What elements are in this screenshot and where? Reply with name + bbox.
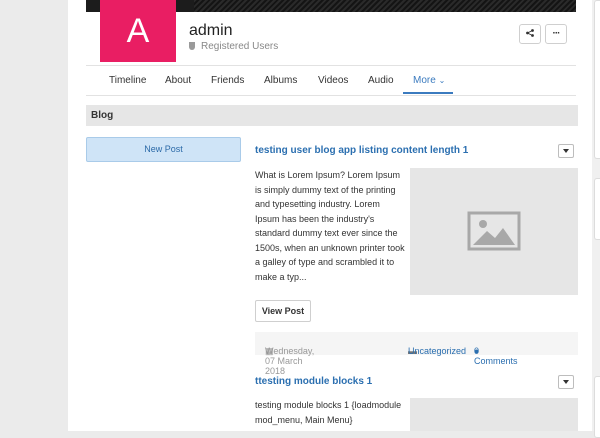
shield-icon: [189, 42, 195, 50]
section-title: Blog: [91, 110, 114, 121]
tab-videos[interactable]: Videos: [318, 75, 348, 86]
post-thumbnail[interactable]: [410, 398, 578, 431]
tab-timeline[interactable]: Timeline: [109, 75, 146, 86]
chevron-down-icon: ⌄: [438, 76, 446, 85]
tab-more-label: More: [413, 75, 436, 86]
tab-more[interactable]: More ⌄: [413, 75, 445, 86]
image-placeholder-icon: [467, 211, 521, 251]
post-category-text: Uncategorized: [408, 346, 467, 356]
post-excerpt: testing module blocks 1 {loadmodule mod_…: [255, 400, 402, 425]
tab-about[interactable]: About: [165, 75, 191, 86]
active-tab-indicator: [403, 92, 453, 94]
side-panel-card: [594, 0, 600, 159]
post-options-button[interactable]: [558, 375, 574, 389]
profile-username[interactable]: admin: [189, 22, 233, 40]
profile-usergroup: Registered Users: [189, 41, 278, 52]
caret-down-icon: [563, 380, 569, 384]
tab-albums[interactable]: Albums: [264, 75, 297, 86]
view-post-button[interactable]: View Post: [255, 300, 311, 322]
share-icon: [526, 29, 534, 37]
profile-page: A admin Registered Users ··· Timeline Ab…: [68, 0, 592, 431]
tab-friends[interactable]: Friends: [211, 75, 244, 86]
section-header: Blog: [86, 105, 578, 126]
post-title[interactable]: testing user blog app listing content le…: [255, 145, 468, 156]
new-post-button[interactable]: New Post: [86, 137, 241, 162]
post-date-text: Wednesday, 07 March 2018: [265, 346, 315, 376]
usergroup-label: Registered Users: [201, 41, 279, 52]
post-comments-text: 0 Comments: [474, 346, 518, 366]
share-button[interactable]: [519, 24, 541, 44]
post-meta: ▦ Wednesday, 07 March 2018 ▬ Uncategorized…: [255, 332, 578, 376]
avatar[interactable]: A: [100, 0, 176, 62]
post-thumbnail[interactable]: [410, 168, 578, 295]
side-panel-card: [594, 178, 600, 240]
profile-nav: Timeline About Friends Albums Videos Aud…: [86, 65, 576, 96]
side-panel-card: [594, 376, 600, 438]
post-title[interactable]: ttesting module blocks 1: [255, 376, 372, 387]
more-actions-button[interactable]: ···: [545, 24, 567, 44]
tab-audio[interactable]: Audio: [368, 75, 394, 86]
post-excerpt: What is Lorem Ipsum? Lorem Ipsum is simp…: [255, 170, 405, 282]
caret-down-icon: [563, 149, 569, 153]
post-options-button[interactable]: [558, 144, 574, 158]
ellipsis-icon: ···: [552, 28, 561, 39]
